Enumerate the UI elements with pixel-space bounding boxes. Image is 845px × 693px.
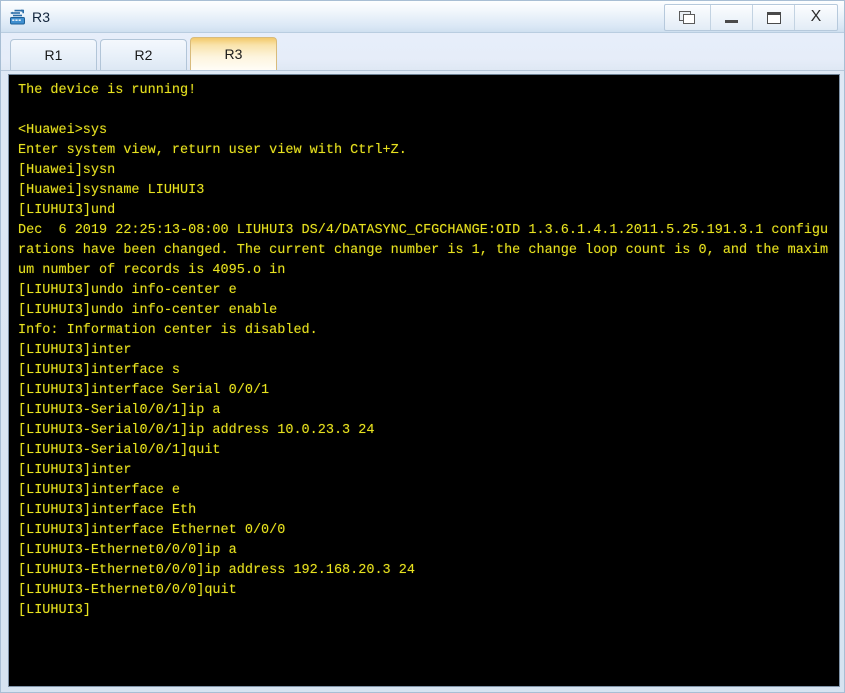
router-icon <box>10 8 25 24</box>
minimize-button[interactable] <box>711 5 753 30</box>
tab-r3[interactable]: R3 <box>190 37 277 70</box>
tab-label: R2 <box>134 47 153 63</box>
minimize-icon <box>725 20 738 23</box>
maximize-icon <box>766 11 781 24</box>
terminal-console[interactable]: The device is running! <Huawei>sys Enter… <box>8 74 840 687</box>
close-icon: X <box>810 8 822 25</box>
restore-windows-button[interactable] <box>665 5 711 30</box>
tab-r2[interactable]: R2 <box>100 39 187 70</box>
window-controls: X <box>664 4 838 31</box>
terminal-output: The device is running! <Huawei>sys Enter… <box>18 83 829 618</box>
tab-label: R3 <box>224 46 243 62</box>
title-bar[interactable]: R3 X <box>1 1 844 33</box>
restore-icon <box>679 10 696 25</box>
window-title: R3 <box>32 8 51 25</box>
terminal-frame: The device is running! <Huawei>sys Enter… <box>1 71 844 692</box>
tab-bar: R1 R2 R3 <box>1 33 844 71</box>
close-button[interactable]: X <box>795 5 837 30</box>
tab-r1[interactable]: R1 <box>10 39 97 70</box>
router-cli-window: R3 X R1 R2 R3 The device is running! <Hu… <box>0 0 845 693</box>
tab-label: R1 <box>44 47 63 63</box>
maximize-button[interactable] <box>753 5 795 30</box>
